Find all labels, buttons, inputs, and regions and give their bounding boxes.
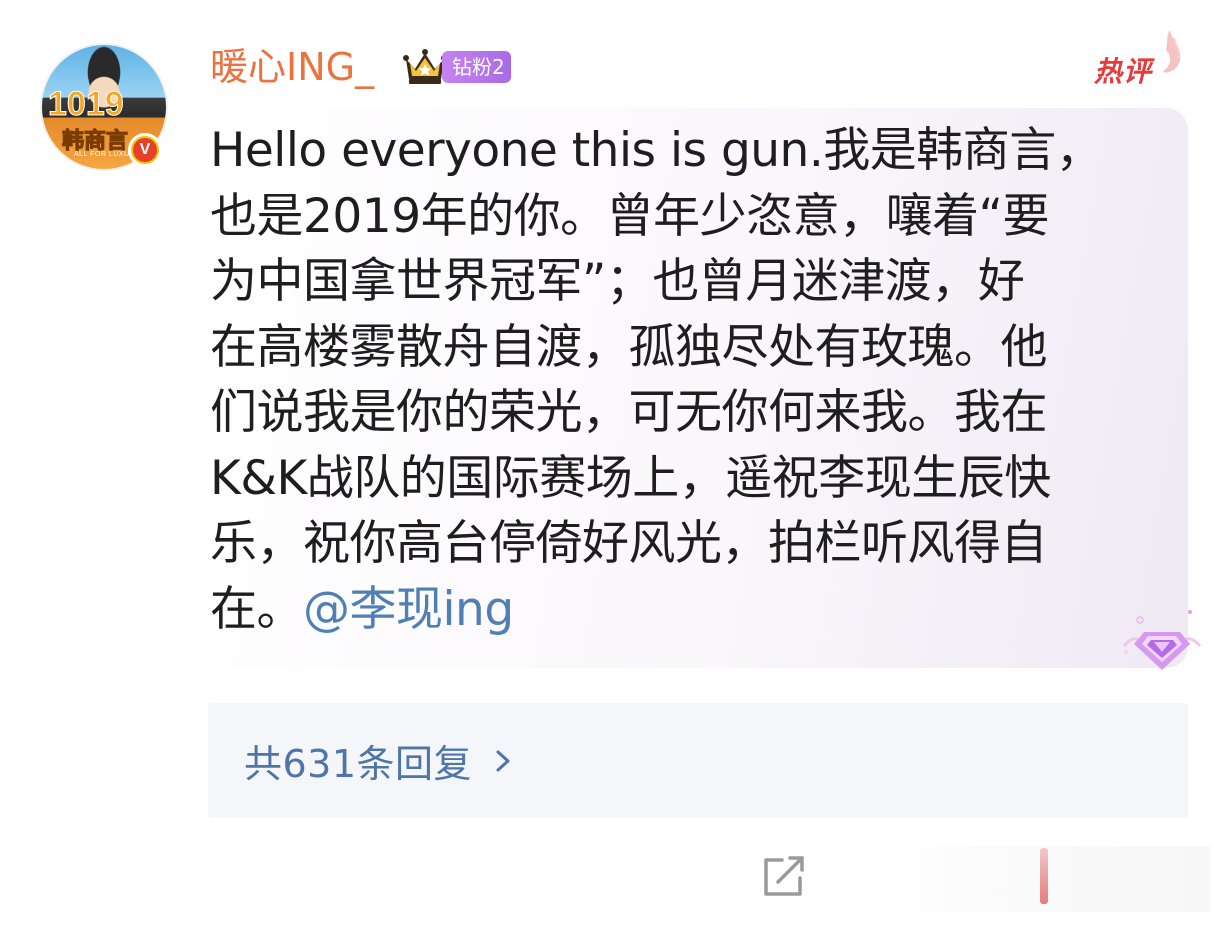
comment-line-last: 在。@李现ing <box>210 577 1150 643</box>
comment-line: Hello everyone this is gun.我是韩商言， <box>210 123 1103 178</box>
share-edit-icon[interactable] <box>760 852 808 900</box>
comment-text: Hello everyone this is gun.我是韩商言， 也是2019… <box>210 118 1150 642</box>
hot-comment-tag: 热评 <box>1094 55 1153 88</box>
avatar[interactable]: 1019 韩商言 ALL FOR LUXURY V <box>40 43 168 171</box>
chevron-right-icon <box>496 750 510 771</box>
comment-line: 也是2019年的你。曾年少恣意，嚷着“要 <box>210 188 1049 244</box>
view-replies-button[interactable]: 共631条回复 <box>208 703 1188 818</box>
fan-badge: 钻粉2 <box>442 51 511 83</box>
comment-line: 为中国拿世界冠军”；也曾月迷津渡，好 <box>210 254 1025 309</box>
comment-card: 1019 韩商言 ALL FOR LUXURY V 暖心ING_ 钻粉2 热评 … <box>0 0 1228 929</box>
verified-icon: V <box>128 133 162 167</box>
comment-line: 在高楼雾散舟自渡，孤独尽处有玫瑰。他 <box>210 319 1048 375</box>
avatar-number: 1019 <box>48 85 125 124</box>
comment-line: 们说我是你的荣光，可无你何来我。我在 <box>210 385 1048 440</box>
replies-count-label: 共631条回复 <box>244 742 473 786</box>
mention-link[interactable]: @李现ing <box>303 582 514 637</box>
diamond-gem-icon <box>1122 610 1202 670</box>
flame-icon <box>1162 30 1181 73</box>
like-icon-fragment <box>1040 848 1048 904</box>
username[interactable]: 暖心ING_ <box>210 44 374 90</box>
verified-mark: V <box>133 138 157 162</box>
comment-line: K&K战队的国际赛场上，遥祝李现生辰快 <box>210 450 1051 506</box>
comment-line-prefix: 在。 <box>210 581 304 637</box>
comment-line: 乐，祝你高台停倚好风光，拍栏听风得自 <box>210 516 1048 571</box>
